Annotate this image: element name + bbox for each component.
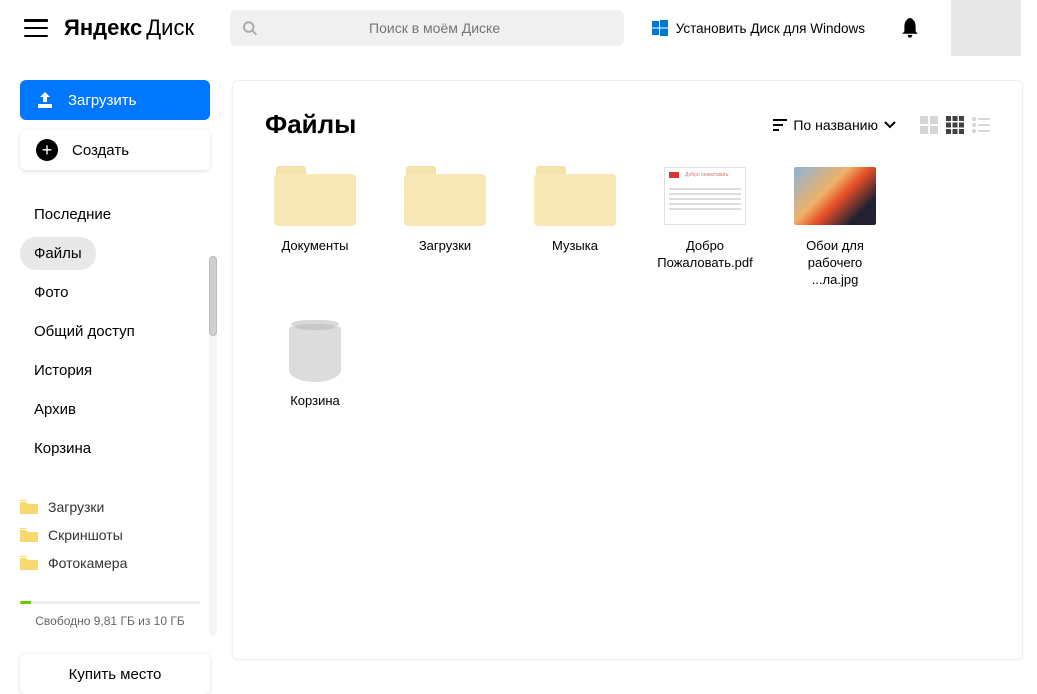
view-list-icon[interactable]	[972, 116, 990, 134]
menu-icon[interactable]	[24, 19, 48, 37]
nav-section: Последние Файлы Фото Общий доступ Истори…	[20, 198, 200, 471]
sort-control[interactable]: По названию	[773, 117, 896, 133]
folder-item-documents[interactable]: Документы	[265, 164, 365, 289]
file-item-wallpaper-jpg[interactable]: Обои для рабочего ...ла.jpg	[785, 164, 885, 289]
sidebar-folder-camera[interactable]: Фотокамера	[20, 549, 200, 577]
pdf-thumb: Добро пожаловать	[663, 164, 747, 228]
user-avatar[interactable]	[951, 0, 1021, 56]
nav-files[interactable]: Файлы	[20, 237, 96, 270]
trash-item[interactable]: Корзина	[265, 319, 365, 410]
folder-item-downloads[interactable]: Загрузки	[395, 164, 495, 289]
install-label: Установить Диск для Windows	[676, 21, 865, 36]
content-header: Файлы По названию	[265, 109, 990, 140]
view-large-grid-icon[interactable]	[920, 116, 938, 134]
folder-icon	[20, 528, 38, 542]
file-item-welcome-pdf[interactable]: Добро пожаловать Добро Пожаловать.pdf	[655, 164, 755, 289]
folder-icon	[403, 164, 487, 228]
logo[interactable]: Яндекс Диск	[64, 15, 194, 41]
storage-bar	[20, 601, 200, 604]
nav-archive[interactable]: Архив	[20, 393, 90, 426]
folder-item-music[interactable]: Музыка	[525, 164, 625, 289]
file-label: Музыка	[552, 238, 598, 255]
windows-icon	[652, 20, 668, 36]
folder-icon	[533, 164, 617, 228]
storage-text: Свободно 9,81 ГБ из 10 ГБ	[20, 614, 200, 628]
sort-label: По названию	[793, 117, 878, 133]
folder-label: Фотокамера	[48, 555, 127, 571]
nav-trash[interactable]: Корзина	[20, 432, 105, 465]
page-title: Файлы	[265, 109, 356, 140]
nav-recent[interactable]: Последние	[20, 198, 125, 231]
sidebar: Загрузить + Создать Последние Файлы Фото…	[0, 56, 220, 694]
create-button[interactable]: + Создать	[20, 130, 210, 170]
sort-icon	[773, 119, 787, 131]
install-windows-button[interactable]: Установить Диск для Windows	[640, 20, 877, 36]
upload-button[interactable]: Загрузить	[20, 80, 210, 120]
folder-section: Загрузки Скриншоты Фотокамера	[20, 493, 200, 577]
sidebar-scrollbar[interactable]	[209, 256, 217, 636]
file-label: Загрузки	[419, 238, 471, 255]
upload-label: Загрузить	[68, 92, 137, 109]
view-small-grid-icon[interactable]	[946, 116, 964, 134]
file-label: Обои для рабочего ...ла.jpg	[785, 238, 885, 289]
top-header: Яндекс Диск Установить Диск для Windows	[0, 0, 1037, 56]
search-box[interactable]	[230, 10, 624, 46]
nav-photo[interactable]: Фото	[20, 276, 82, 309]
nav-shared[interactable]: Общий доступ	[20, 315, 149, 348]
file-label: Корзина	[290, 393, 340, 410]
folder-icon	[20, 556, 38, 570]
search-icon	[242, 20, 257, 36]
storage-info: Свободно 9,81 ГБ из 10 ГБ	[0, 593, 220, 644]
logo-sub: Диск	[146, 15, 194, 41]
main-area: Файлы По названию Документы	[220, 56, 1037, 694]
logo-main: Яндекс	[64, 15, 142, 41]
folder-label: Скриншоты	[48, 527, 123, 543]
plus-icon: +	[36, 139, 58, 161]
storage-fill	[20, 601, 31, 604]
file-label: Добро Пожаловать.pdf	[655, 238, 755, 272]
file-label: Документы	[281, 238, 348, 255]
trash-icon	[273, 319, 357, 383]
folder-icon	[20, 500, 38, 514]
folder-icon	[273, 164, 357, 228]
chevron-down-icon	[884, 121, 896, 129]
files-grid: Документы Загрузки Музыка Добро пожалова…	[265, 164, 990, 410]
sidebar-folder-screenshots[interactable]: Скриншоты	[20, 521, 200, 549]
image-thumb	[793, 164, 877, 228]
upload-icon	[36, 92, 54, 108]
create-label: Создать	[72, 142, 129, 159]
folder-label: Загрузки	[48, 499, 104, 515]
search-input[interactable]	[257, 20, 611, 36]
scrollbar-thumb[interactable]	[209, 256, 217, 336]
sidebar-folder-downloads[interactable]: Загрузки	[20, 493, 200, 521]
buy-space-button[interactable]: Купить место	[20, 654, 210, 694]
bell-icon[interactable]	[901, 18, 919, 38]
view-controls	[920, 116, 990, 134]
nav-history[interactable]: История	[20, 354, 106, 387]
content-card: Файлы По названию Документы	[232, 80, 1023, 660]
